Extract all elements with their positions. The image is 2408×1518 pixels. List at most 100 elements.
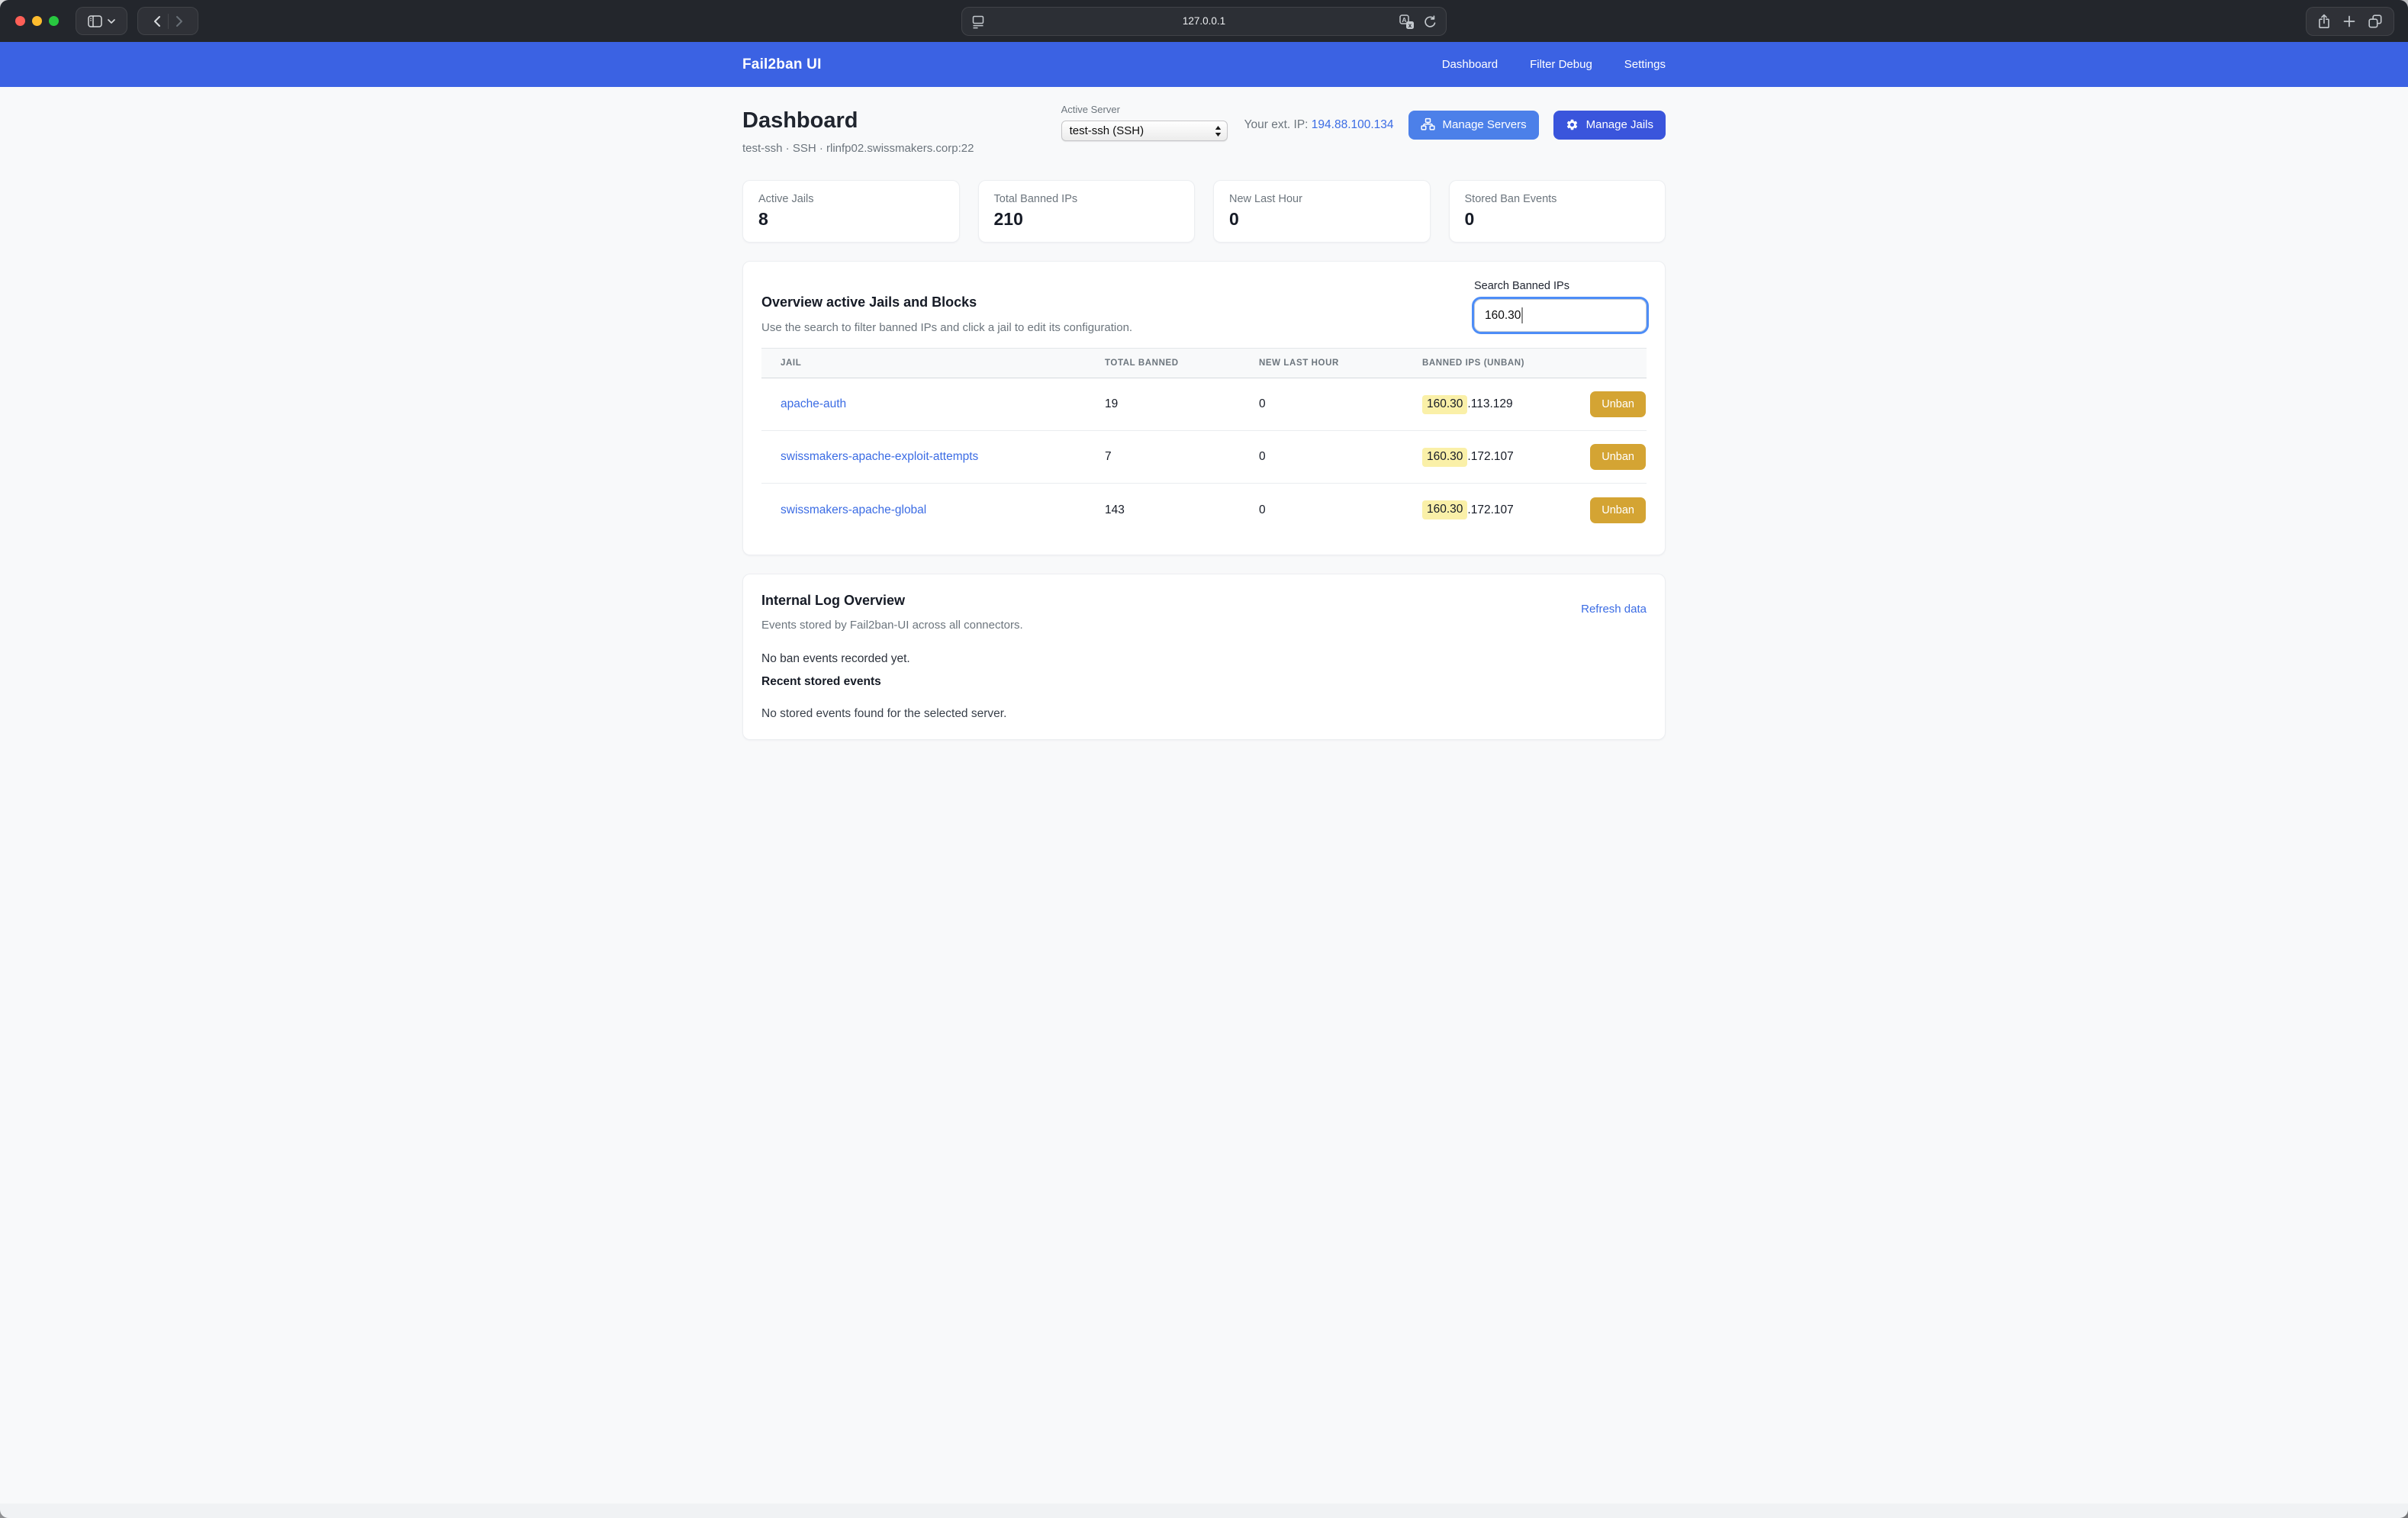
nav-link-dashboard[interactable]: Dashboard — [1442, 58, 1498, 71]
banned-ip-highlight: 160.30 — [1422, 395, 1467, 414]
stat-card-active-jails: Active Jails 8 — [742, 180, 960, 243]
footer-strip — [0, 1504, 2408, 1518]
banned-ip-highlight: 160.30 — [1422, 448, 1467, 467]
app-brand[interactable]: Fail2ban UI — [742, 56, 822, 73]
search-banned-ips-input[interactable]: 160.30 — [1474, 299, 1647, 332]
external-ip-value[interactable]: 194.88.100.134 — [1312, 118, 1394, 131]
log-heading-block: Internal Log Overview Events stored by F… — [761, 593, 1023, 632]
jail-link[interactable]: swissmakers-apache-global — [781, 503, 926, 516]
unban-button[interactable]: Unban — [1590, 444, 1646, 470]
total-banned-value: 19 — [1105, 397, 1259, 411]
svg-text:A: A — [1402, 16, 1406, 24]
table-row: swissmakers-apache-global 143 0 160.30 .… — [761, 484, 1647, 536]
browser-chrome: 127.0.0.1 A x — [0, 0, 2408, 42]
manage-jails-label: Manage Jails — [1586, 118, 1653, 131]
unban-button[interactable]: Unban — [1590, 497, 1646, 523]
stat-label: Stored Ban Events — [1465, 193, 1650, 205]
stat-cards: Active Jails 8 Total Banned IPs 210 New … — [742, 180, 1666, 243]
jails-table: JAIL TOTAL BANNED NEW LAST HOUR BANNED I… — [761, 348, 1647, 536]
banned-ip-rest: .113.129 — [1467, 397, 1512, 411]
forward-button[interactable] — [175, 15, 183, 27]
history-nav — [137, 7, 198, 35]
stat-label: Total Banned IPs — [994, 193, 1180, 205]
refresh-data-link[interactable]: Refresh data — [1581, 603, 1647, 616]
total-banned-value: 7 — [1105, 450, 1259, 464]
active-server-select[interactable]: test-ssh (SSH) — [1061, 121, 1228, 141]
nav-link-settings[interactable]: Settings — [1624, 58, 1666, 71]
zoom-window-button[interactable] — [49, 16, 59, 26]
search-input-value: 160.30 — [1485, 309, 1521, 323]
stat-card-stored-ban-events: Stored Ban Events 0 — [1449, 180, 1666, 243]
sidebar-toggle-button[interactable] — [76, 7, 127, 35]
select-arrows-icon — [1215, 125, 1222, 137]
col-header-total-banned: TOTAL BANNED — [1105, 359, 1259, 368]
address-bar[interactable]: 127.0.0.1 A x — [961, 7, 1447, 36]
overview-heading-block: Overview active Jails and Blocks Use the… — [761, 294, 1132, 334]
text-cursor — [1521, 307, 1523, 323]
table-row: swissmakers-apache-exploit-attempts 7 0 … — [761, 431, 1647, 484]
no-stored-events-text: No stored events found for the selected … — [761, 707, 1647, 721]
divider — [168, 14, 169, 29]
manage-servers-button[interactable]: Manage Servers — [1408, 111, 1539, 140]
stat-value: 210 — [994, 209, 1180, 230]
banned-ip-rest: .172.107 — [1467, 503, 1513, 517]
svg-text:x: x — [1408, 21, 1412, 28]
log-subtitle: Events stored by Fail2ban-UI across all … — [761, 619, 1023, 632]
log-title: Internal Log Overview — [761, 593, 1023, 609]
sidebar-icon — [88, 15, 102, 27]
close-window-button[interactable] — [15, 16, 25, 26]
unban-button[interactable]: Unban — [1590, 391, 1646, 417]
no-ban-events-text: No ban events recorded yet. — [761, 652, 1647, 666]
share-icon[interactable] — [2318, 14, 2330, 29]
back-button[interactable] — [153, 15, 161, 27]
minimize-window-button[interactable] — [32, 16, 42, 26]
total-banned-value: 143 — [1105, 503, 1259, 517]
browser-window: 127.0.0.1 A x — [0, 0, 2408, 1518]
chevron-down-icon — [108, 19, 115, 24]
manage-servers-label: Manage Servers — [1443, 118, 1527, 131]
search-banned-ips-label: Search Banned IPs — [1474, 280, 1647, 292]
col-header-jail: JAIL — [761, 359, 1105, 368]
reload-icon[interactable] — [1424, 15, 1437, 29]
col-header-new-last-hour: NEW LAST HOUR — [1259, 359, 1422, 368]
jail-link[interactable]: apache-auth — [781, 397, 846, 410]
tab-overview-icon[interactable] — [2368, 14, 2382, 28]
stat-value: 0 — [1229, 209, 1415, 230]
external-ip-label: Your ext. IP: — [1244, 118, 1309, 131]
overview-title: Overview active Jails and Blocks — [761, 294, 1132, 310]
app-navbar: Fail2ban UI Dashboard Filter Debug Setti… — [0, 42, 2408, 87]
page-title: Dashboard — [742, 108, 974, 133]
page-content: Dashboard test-ssh · SSH · rlinfp02.swis… — [0, 87, 2408, 1504]
table-row: apache-auth 19 0 160.30 .113.129 Unban — [761, 378, 1647, 431]
stat-label: Active Jails — [758, 193, 944, 205]
recent-stored-events-title: Recent stored events — [761, 675, 1647, 689]
col-header-banned-ips: BANNED IPS (UNBAN) — [1422, 359, 1647, 368]
new-last-hour-value: 0 — [1259, 397, 1422, 411]
internal-log-panel: Internal Log Overview Events stored by F… — [742, 574, 1666, 740]
gear-icon — [1566, 118, 1579, 131]
stat-value: 8 — [758, 209, 944, 230]
banned-ip-rest: .172.107 — [1467, 450, 1513, 464]
external-ip: Your ext. IP: 194.88.100.134 — [1244, 118, 1394, 132]
url-text: 127.0.0.1 — [962, 8, 1446, 35]
nav-link-filter-debug[interactable]: Filter Debug — [1530, 58, 1592, 71]
window-controls — [15, 16, 59, 26]
jails-overview-panel: Overview active Jails and Blocks Use the… — [742, 261, 1666, 555]
stat-card-new-last-hour: New Last Hour 0 — [1213, 180, 1431, 243]
manage-jails-button[interactable]: Manage Jails — [1553, 111, 1666, 140]
banned-ip-highlight: 160.30 — [1422, 500, 1467, 519]
overview-subtitle: Use the search to filter banned IPs and … — [761, 321, 1132, 334]
active-server-label: Active Server — [1061, 104, 1228, 115]
stat-card-total-banned: Total Banned IPs 210 — [978, 180, 1196, 243]
active-server-value: test-ssh (SSH) — [1070, 124, 1144, 137]
chrome-right-actions — [2306, 7, 2394, 36]
page-title-block: Dashboard test-ssh · SSH · rlinfp02.swis… — [742, 108, 974, 155]
jails-table-header: JAIL TOTAL BANNED NEW LAST HOUR BANNED I… — [761, 348, 1647, 378]
translate-icon[interactable]: A x — [1399, 14, 1415, 30]
jail-link[interactable]: swissmakers-apache-exploit-attempts — [781, 450, 978, 463]
new-tab-icon[interactable] — [2343, 15, 2355, 27]
new-last-hour-value: 0 — [1259, 450, 1422, 464]
new-last-hour-value: 0 — [1259, 503, 1422, 517]
stat-label: New Last Hour — [1229, 193, 1415, 205]
page-subtitle: test-ssh · SSH · rlinfp02.swissmakers.co… — [742, 142, 974, 155]
